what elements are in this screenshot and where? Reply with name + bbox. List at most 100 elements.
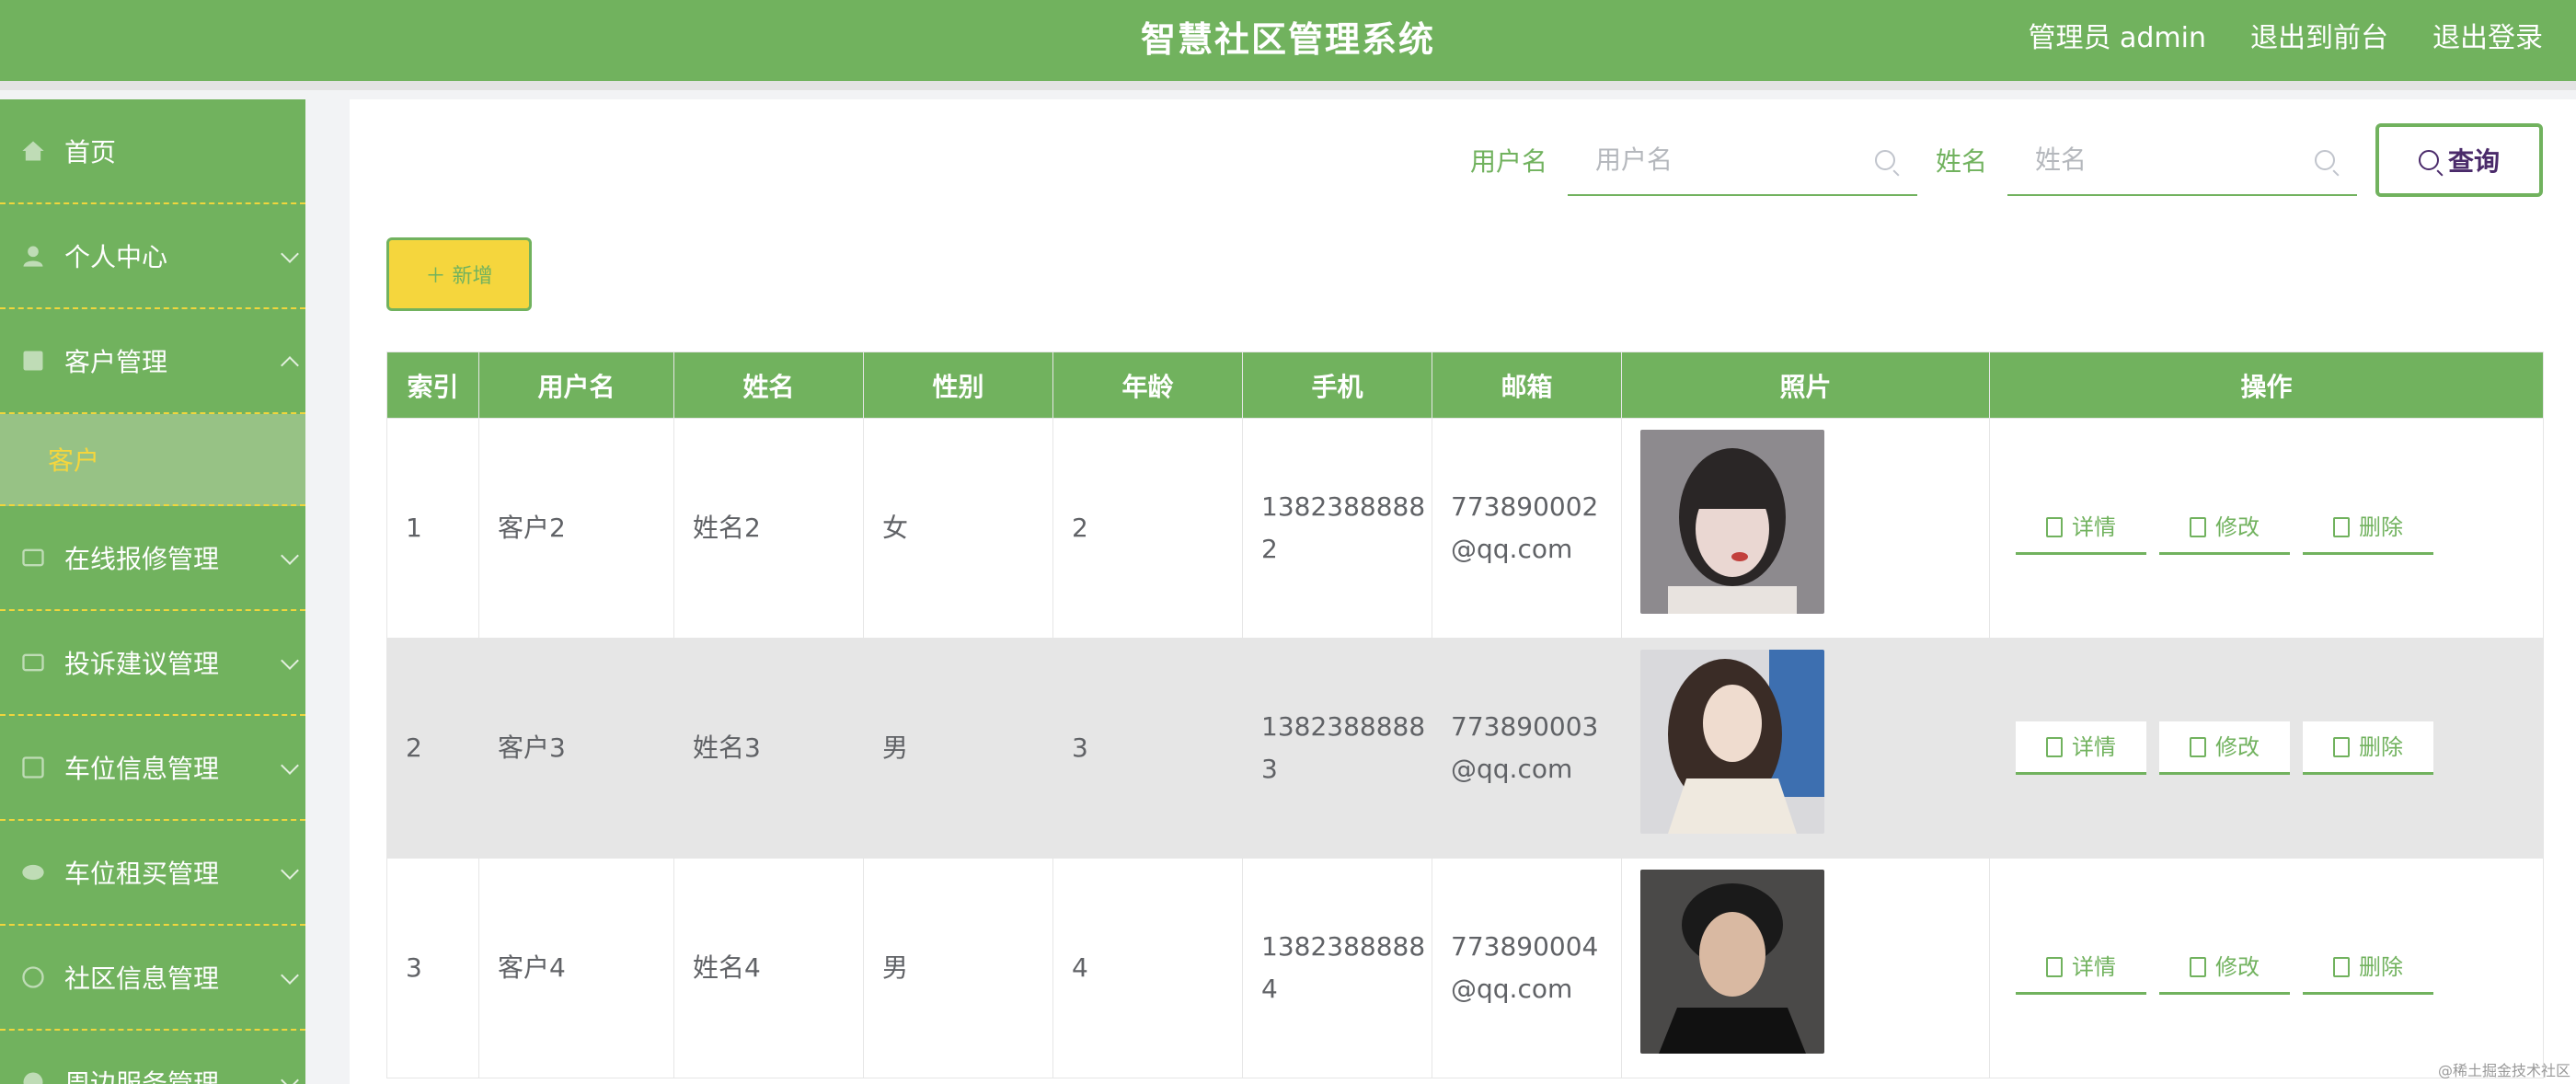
exit-to-front-link[interactable]: 退出到前台: [2250, 15, 2388, 55]
edit-label: 修改: [2215, 953, 2260, 980]
cell-age: 4: [1052, 858, 1243, 1078]
sidebar-item-customers[interactable]: 客户管理: [0, 309, 305, 414]
cell-name: 姓名2: [673, 418, 864, 639]
document-icon: [2046, 736, 2063, 757]
add-button[interactable]: ＋ 新增: [386, 237, 532, 311]
email-line-1: 773890002: [1451, 491, 1599, 522]
sidebar-item-label: 投诉建议管理: [64, 649, 220, 679]
cell-name: 姓名4: [673, 858, 864, 1078]
cell-actions: 详情 修改 删除: [1989, 418, 2544, 639]
name-field-wrap: [2007, 124, 2357, 196]
edit-button[interactable]: 修改: [2159, 502, 2290, 555]
user-icon: [23, 246, 43, 267]
sidebar-item-parking-info[interactable]: 车位信息管理: [0, 716, 305, 821]
search-icon: [2315, 150, 2335, 170]
row-actions: 详情 修改 删除: [2008, 941, 2543, 995]
sidebar-item-label: 车位信息管理: [64, 754, 220, 784]
col-email: 邮箱: [1432, 352, 1622, 419]
delete-label: 删除: [2359, 513, 2403, 540]
sidebar-item-label: 客户管理: [64, 347, 168, 377]
sidebar-item-profile[interactable]: 个人中心: [0, 204, 305, 309]
sidebar-item-services[interactable]: 周边服务管理: [0, 1031, 305, 1084]
cell-photo: [1621, 638, 1990, 859]
admin-label: 管理员 admin: [2028, 22, 2206, 54]
pencil-icon: [2190, 516, 2206, 537]
detail-button[interactable]: 详情: [2016, 721, 2146, 775]
tool-icon: [22, 548, 44, 567]
edit-button[interactable]: 修改: [2159, 941, 2290, 995]
delete-label: 删除: [2359, 953, 2403, 980]
edit-label: 修改: [2215, 733, 2260, 760]
cell-gender: 男: [863, 858, 1053, 1078]
email-line-1: 773890003: [1451, 711, 1599, 742]
query-button-label: 查询: [2447, 146, 2500, 177]
username-search-input[interactable]: [1567, 124, 1917, 194]
trash-icon: [2333, 956, 2350, 977]
delete-button[interactable]: 删除: [2303, 941, 2433, 995]
pencil-icon: [2190, 956, 2206, 977]
cell-gender: 女: [863, 418, 1053, 639]
table-row: 3 客户4 姓名4 男 4 1382388888 4 773890004 @qq.c…: [386, 858, 2544, 1078]
detail-button[interactable]: 详情: [2016, 941, 2146, 995]
sidebar-item-parking-rent[interactable]: 车位租买管理: [0, 821, 305, 926]
customer-photo: [1640, 650, 1824, 834]
customer-table: 索引 用户名 姓名 性别 年龄 手机 邮箱 照片 操作 1 客户2 姓名2 女 …: [386, 352, 2544, 1078]
document-icon: [2046, 516, 2063, 537]
name-search-input[interactable]: [2007, 124, 2357, 194]
cell-actions: 详情 修改 删除: [1989, 858, 2544, 1078]
community-icon: [22, 966, 44, 988]
search-icon: [2418, 150, 2439, 170]
col-actions: 操作: [1989, 352, 2544, 419]
delete-button[interactable]: 删除: [2303, 502, 2433, 555]
delete-button[interactable]: 删除: [2303, 721, 2433, 775]
pencil-icon: [2190, 736, 2206, 757]
cell-phone: 1382388888 4: [1242, 858, 1432, 1078]
row-actions: 详情 修改 删除: [2008, 721, 2543, 775]
phone-line-2: 2: [1261, 534, 1278, 564]
sidebar-item-complaints[interactable]: 投诉建议管理: [0, 611, 305, 716]
detail-button[interactable]: 详情: [2016, 502, 2146, 555]
sidebar-item-community[interactable]: 社区信息管理: [0, 926, 305, 1031]
sidebar-item-repair[interactable]: 在线报修管理: [0, 506, 305, 611]
query-button[interactable]: 查询: [2375, 123, 2543, 197]
logout-link[interactable]: 退出登录: [2432, 15, 2543, 55]
cell-email: 773890003 @qq.com: [1432, 638, 1622, 859]
cell-age: 2: [1052, 418, 1243, 639]
customer-photo: [1640, 870, 1824, 1054]
cell-phone: 1382388888 2: [1242, 418, 1432, 639]
chevron-down-icon: [281, 966, 299, 985]
name-label: 姓名: [1935, 146, 1987, 177]
header-actions: 管理员 admin 退出到前台 退出登录: [2028, 15, 2543, 55]
cell-name: 姓名3: [673, 638, 864, 859]
home-icon: [22, 141, 44, 161]
chevron-down-icon: [281, 245, 299, 263]
col-gender: 性别: [863, 352, 1053, 419]
sidebar-subitem-customer[interactable]: 客户: [0, 414, 305, 506]
trash-icon: [2333, 516, 2350, 537]
sidebar-item-label: 个人中心: [64, 242, 168, 272]
phone-line-2: 4: [1261, 974, 1278, 1004]
cell-email: 773890002 @qq.com: [1432, 418, 1622, 639]
detail-label: 详情: [2072, 953, 2116, 980]
phone-line-1: 1382388888: [1261, 491, 1426, 522]
phone-line-2: 3: [1261, 754, 1278, 784]
username-label: 用户名: [1469, 146, 1547, 177]
sidebar-item-home[interactable]: 首页: [0, 99, 305, 204]
search-icon: [1874, 150, 1895, 170]
phone-line-1: 1382388888: [1261, 931, 1426, 962]
col-photo: 照片: [1621, 352, 1990, 419]
cell-phone: 1382388888 3: [1242, 638, 1432, 859]
table-row: 2 客户3 姓名3 男 3 1382388888 3 773890003 @qq.c…: [386, 638, 2544, 859]
main-content: 用户名 姓名 查询 ＋ 新增 索引 用户名 姓名 性别 年龄: [350, 99, 2576, 1084]
cell-username: 客户4: [478, 858, 674, 1078]
cell-photo: [1621, 418, 1990, 639]
cell-actions: 详情 修改 删除: [1989, 638, 2544, 859]
edit-button[interactable]: 修改: [2159, 721, 2290, 775]
email-line-2: @qq.com: [1451, 974, 1573, 1004]
col-phone: 手机: [1242, 352, 1432, 419]
table-row: 1 客户2 姓名2 女 2 1382388888 2 773890002 @qq.c…: [386, 418, 2544, 639]
sidebar-subitem-label: 客户: [48, 445, 100, 476]
edit-label: 修改: [2215, 513, 2260, 540]
chevron-down-icon: [281, 1071, 299, 1084]
sidebar-item-label: 周边服务管理: [64, 1068, 220, 1084]
